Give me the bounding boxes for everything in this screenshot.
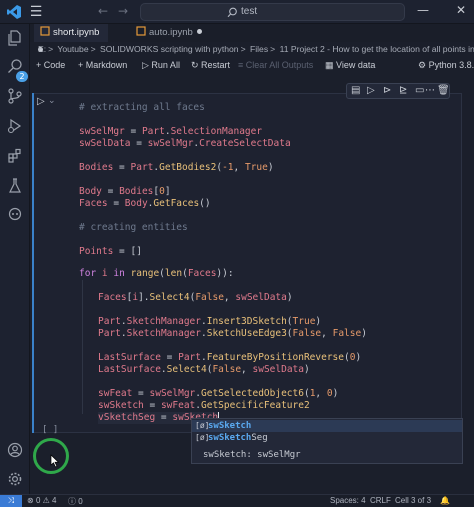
close-window-icon[interactable]: ✕ — [456, 3, 466, 17]
more-actions-icon[interactable]: ⋯ — [425, 85, 435, 96]
restart-button[interactable]: ↻ Restart — [191, 60, 230, 71]
run-by-line-icon[interactable]: ▷ — [367, 85, 375, 96]
forward-arrow-icon[interactable]: → — [118, 4, 128, 18]
code-line[interactable]: swSelMgr = Part.SelectionManager — [79, 126, 262, 138]
variable-icon: [ø] — [195, 433, 210, 442]
clear-outputs-label: Clear All Outputs — [245, 60, 314, 70]
suggestion-item[interactable]: [ø]swSketchSeg — [192, 432, 462, 444]
add-markdown-button[interactable]: + Markdown — [78, 60, 127, 70]
explorer-icon[interactable] — [7, 30, 23, 46]
code-line[interactable]: LastSurface.Select4(False, swSelData) — [98, 364, 310, 376]
settings-gear-icon[interactable] — [7, 471, 23, 487]
run-all-button[interactable]: ▷ Run All — [142, 60, 180, 71]
execution-count: [ ] — [42, 425, 59, 435]
code-line[interactable]: Bodies = Part.GetBodies2(-1, True) — [79, 162, 274, 174]
code-line[interactable]: Points = [] — [79, 246, 142, 258]
tab-label: auto.ipynb — [149, 27, 193, 38]
testing-flask-icon[interactable] — [7, 178, 23, 194]
cell-position-indicator[interactable]: Cell 3 of 3 — [395, 496, 431, 505]
breadcrumb: E: > Youtube > SOLIDWORKS scripting with p… — [38, 44, 474, 58]
copilot-icon[interactable] — [7, 206, 23, 222]
info-indicator[interactable]: ⓘ 0 — [68, 496, 83, 507]
breadcrumb-item[interactable]: Youtube — [57, 44, 88, 54]
variable-icon: [ø] — [195, 421, 210, 430]
command-center-search[interactable]: test — [140, 3, 405, 21]
view-data-button[interactable]: ▦ View data — [325, 60, 375, 71]
search-icon[interactable] — [7, 58, 23, 74]
restart-label: Restart — [201, 60, 231, 70]
add-markdown-label: Markdown — [85, 60, 128, 70]
run-debug-icon[interactable] — [7, 118, 23, 134]
command-center-text: test — [241, 6, 258, 17]
clear-outputs-button[interactable]: ≡ Clear All Outputs — [238, 60, 313, 70]
error-count: 0 — [35, 496, 41, 505]
search-icon — [227, 7, 237, 18]
breadcrumb-item[interactable]: E: — [38, 44, 46, 54]
tab-short-ipynb[interactable]: short.ipynb — [34, 24, 108, 52]
unsaved-dot-icon — [196, 29, 202, 34]
add-code-label: Code — [43, 60, 66, 70]
code-line[interactable]: swSketch = swFeat.GetSpecificFeature2 — [98, 400, 310, 412]
run-options-chevron-icon[interactable]: ⌄ — [48, 96, 56, 106]
mouse-pointer-icon — [50, 454, 60, 468]
tab-bar: short.ipynb auto.ipynb — [30, 24, 474, 52]
suggestion-match: swSketch — [208, 433, 252, 443]
code-line[interactable]: LastSurface = Part.FeatureByPositionReve… — [98, 352, 361, 364]
notebook-toolbar: + Code + Markdown ▷ Run All ↻ Restart ≡ … — [30, 58, 474, 76]
suggestion-detail: swSketch: swSelMgr — [203, 450, 301, 460]
code-line[interactable]: Part.SketchManager.Insert3DSketch(True) — [98, 316, 321, 328]
code-line[interactable]: for i in range(len(Faces)): — [79, 268, 234, 280]
source-control-icon[interactable] — [7, 88, 23, 104]
breadcrumb-item[interactable]: 11 Project 2 - How to get the location o… — [280, 44, 474, 54]
code-line[interactable]: # creating entities — [79, 222, 188, 234]
notebook-file-icon — [136, 26, 146, 36]
split-cell-icon[interactable]: ▤ — [351, 85, 360, 96]
execute-below-icon[interactable]: ⊵ — [399, 85, 407, 96]
tab-label: short.ipynb — [53, 27, 100, 38]
code-line[interactable]: Part.SketchManager.SketchUseEdge3(False,… — [98, 328, 367, 340]
vscode-logo-icon — [7, 5, 21, 19]
back-arrow-icon[interactable]: ← — [98, 4, 108, 18]
code-line[interactable]: Faces[i].Select4(False, swSelData) — [98, 292, 293, 304]
run-all-label: Run All — [151, 60, 180, 70]
activity-bar: 2 — [0, 24, 30, 494]
delete-cell-icon[interactable]: 🗑 — [437, 85, 450, 96]
view-data-label: View data — [336, 60, 376, 70]
kernel-picker[interactable]: ⚙ Python 3.8.9 — [418, 60, 474, 71]
indent-guide — [82, 280, 83, 414]
title-bar: ☰ ← → test — ✕ — [0, 0, 474, 24]
autocomplete-widget: [ø]swSketch [ø]swSketchSeg swSketch: swS… — [191, 418, 463, 464]
breadcrumb-item[interactable]: SOLIDWORKS scripting with python — [100, 44, 239, 54]
remote-indicator-icon[interactable]: ⤨ — [0, 495, 22, 507]
problems-indicator[interactable]: ⊗ 0 ⚠ 4 — [27, 496, 56, 505]
suggestion-match: swSketch — [208, 421, 252, 431]
tab-auto-ipynb[interactable]: auto.ipynb — [130, 24, 216, 42]
cell-toolbar: ▤ ▷ ⊳ ⊵ ▭ ⋯ 🗑 — [346, 83, 450, 99]
add-code-button[interactable]: + Code — [36, 60, 65, 70]
run-cell-icon[interactable]: ▷ — [37, 96, 45, 107]
collapse-icon[interactable]: ▭ — [415, 85, 424, 96]
indentation-indicator[interactable]: Spaces: 4 — [330, 496, 366, 505]
suggestion-rest: Seg — [251, 433, 268, 443]
code-line[interactable]: swFeat = swSelMgr.GetSelectedObject6(1, … — [98, 388, 338, 400]
code-line[interactable]: Faces = Body.GetFaces() — [79, 198, 211, 210]
minimize-icon[interactable]: — — [417, 3, 429, 17]
kernel-label: Python 3.8.9 — [428, 60, 474, 70]
breadcrumb-item[interactable]: Files — [250, 44, 268, 54]
cell-focus-indicator — [32, 93, 34, 433]
code-line[interactable]: swSelData = swSelMgr.CreateSelectData — [79, 138, 291, 150]
notebook-file-icon — [40, 26, 50, 36]
notifications-bell-icon[interactable]: 🔔 — [440, 496, 450, 505]
suggestion-item[interactable]: [ø]swSketch — [192, 420, 462, 432]
status-bar: ⤨ ⊗ 0 ⚠ 4 ⓘ 0 Spaces: 4 CRLF Cell 3 of 3… — [0, 494, 474, 507]
eol-indicator[interactable]: CRLF — [370, 496, 391, 505]
code-line[interactable]: # extracting all faces — [79, 102, 205, 114]
extensions-icon[interactable] — [7, 148, 23, 164]
warning-count: 4 — [52, 496, 57, 505]
execute-above-icon[interactable]: ⊳ — [383, 85, 391, 96]
menu-icon[interactable]: ☰ — [28, 4, 44, 20]
info-count: 0 — [78, 497, 83, 506]
code-line[interactable]: Body = Bodies[0] — [79, 186, 171, 198]
account-icon[interactable] — [7, 442, 23, 458]
